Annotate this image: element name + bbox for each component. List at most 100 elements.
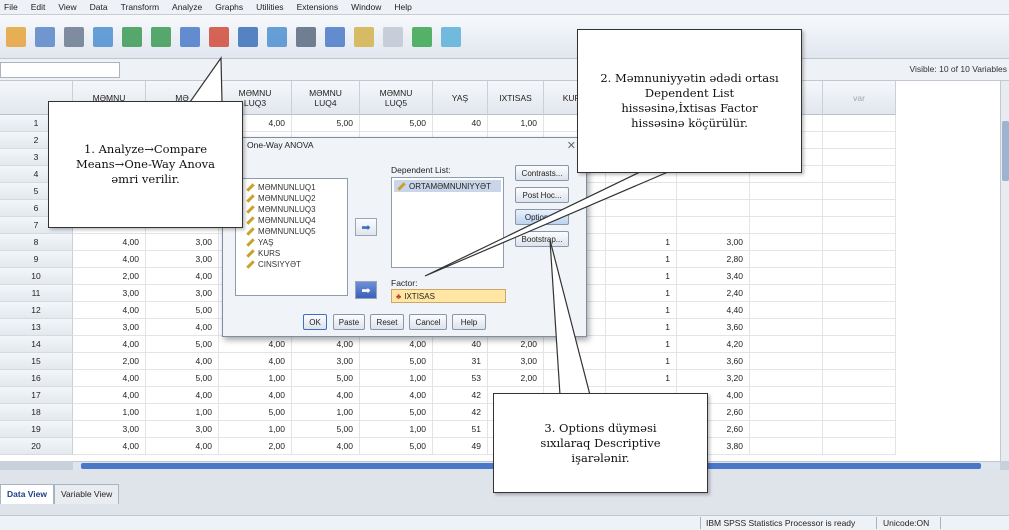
data-cell[interactable] (677, 183, 750, 200)
list-item[interactable]: CINSIYYƏT (236, 259, 347, 270)
data-cell[interactable] (750, 268, 823, 285)
data-cell[interactable] (750, 353, 823, 370)
data-cell[interactable]: 3,00 (146, 421, 219, 438)
menu-item-utilities[interactable]: Utilities (256, 2, 283, 12)
data-cell[interactable]: 2,00 (219, 438, 292, 455)
data-cell[interactable] (750, 421, 823, 438)
menu-item-view[interactable]: View (58, 2, 76, 12)
row-number[interactable]: 12 (0, 302, 73, 319)
data-cell[interactable]: 1 (606, 370, 677, 387)
cancel-button[interactable]: Cancel (409, 314, 447, 330)
row-number[interactable]: 20 (0, 438, 73, 455)
data-cell[interactable]: 4,40 (677, 302, 750, 319)
data-cell[interactable]: 40 (433, 115, 488, 132)
menu-item-graphs[interactable]: Graphs (215, 2, 243, 12)
data-cell[interactable] (606, 200, 677, 217)
row-number[interactable]: 19 (0, 421, 73, 438)
data-cell[interactable] (677, 200, 750, 217)
select-cases-icon[interactable] (441, 26, 461, 47)
weight-cases-icon[interactable] (412, 26, 432, 47)
post-hoc-button[interactable]: Post Hoc... (515, 187, 569, 203)
bootstrap-button[interactable]: Bootstrap... (515, 231, 569, 247)
data-cell[interactable]: 3,00 (73, 319, 146, 336)
data-cell[interactable] (544, 370, 606, 387)
data-cell[interactable]: 3,00 (677, 234, 750, 251)
column-header[interactable]: var (823, 81, 896, 115)
open-icon[interactable] (6, 26, 26, 47)
row-number[interactable]: 10 (0, 268, 73, 285)
row-number[interactable]: 16 (0, 370, 73, 387)
data-cell[interactable] (823, 404, 896, 421)
data-cell[interactable] (823, 234, 896, 251)
vertical-scroll-thumb[interactable] (1002, 121, 1009, 181)
data-cell[interactable] (750, 251, 823, 268)
row-number[interactable]: 13 (0, 319, 73, 336)
data-cell[interactable]: 5,00 (360, 404, 433, 421)
list-item[interactable]: MƏMNUNLUQ2 (236, 193, 347, 204)
data-cell[interactable]: 4,00 (219, 336, 292, 353)
data-cell[interactable]: 1,00 (488, 115, 544, 132)
data-cell[interactable] (544, 336, 606, 353)
goto-variable-icon[interactable] (209, 26, 229, 47)
data-cell[interactable]: 3,60 (677, 353, 750, 370)
data-cell[interactable] (823, 285, 896, 302)
paste-button[interactable]: Paste (333, 314, 365, 330)
tab-variable-view[interactable]: Variable View (54, 484, 120, 504)
data-cell[interactable]: 4,00 (292, 438, 360, 455)
row-number[interactable]: 8 (0, 234, 73, 251)
data-cell[interactable]: 3,20 (677, 370, 750, 387)
data-cell[interactable]: 5,00 (292, 370, 360, 387)
data-cell[interactable]: 4,00 (146, 353, 219, 370)
data-cell[interactable]: 5,00 (360, 115, 433, 132)
row-number[interactable]: 14 (0, 336, 73, 353)
data-cell[interactable] (823, 115, 896, 132)
data-cell[interactable] (823, 302, 896, 319)
variable-list[interactable]: MƏMNUNLUQ1 MƏMNUNLUQ2 MƏMNUNLUQ3 MƏMNUNL… (235, 178, 348, 296)
data-cell[interactable]: 5,00 (292, 115, 360, 132)
data-cell[interactable]: 1,00 (73, 404, 146, 421)
data-cell[interactable]: 49 (433, 438, 488, 455)
data-cell[interactable]: 2,00 (73, 353, 146, 370)
data-cell[interactable]: 5,00 (146, 302, 219, 319)
data-cell[interactable]: 4,00 (73, 251, 146, 268)
data-cell[interactable]: 4,00 (73, 370, 146, 387)
data-cell[interactable] (750, 336, 823, 353)
data-cell[interactable]: 4,00 (219, 353, 292, 370)
data-cell[interactable] (823, 200, 896, 217)
data-cell[interactable] (750, 370, 823, 387)
data-cell[interactable]: 4,00 (146, 387, 219, 404)
data-cell[interactable]: 53 (433, 370, 488, 387)
data-cell[interactable]: 1 (606, 336, 677, 353)
data-cell[interactable] (750, 285, 823, 302)
data-cell[interactable]: 4,00 (146, 438, 219, 455)
menu-item-data[interactable]: Data (90, 2, 108, 12)
data-cell[interactable]: 3,00 (146, 285, 219, 302)
data-cell[interactable] (823, 370, 896, 387)
menu-item-extensions[interactable]: Extensions (297, 2, 339, 12)
data-cell[interactable]: 3,60 (677, 319, 750, 336)
data-cell[interactable]: 3,00 (73, 285, 146, 302)
ok-button[interactable]: OK (303, 314, 327, 330)
data-cell[interactable]: 4,00 (219, 387, 292, 404)
data-cell[interactable] (823, 251, 896, 268)
column-header[interactable]: MƏMNU LUQ4 (292, 81, 360, 115)
column-header[interactable]: IXTISAS (488, 81, 544, 115)
dialog-recall-icon[interactable] (93, 26, 113, 47)
column-header[interactable]: MƏMNU LUQ5 (360, 81, 433, 115)
list-item[interactable]: MƏMNUNLUQ4 (236, 215, 347, 226)
insert-variable-icon[interactable] (354, 26, 374, 47)
row-number[interactable]: 9 (0, 251, 73, 268)
data-cell[interactable]: 1,00 (219, 421, 292, 438)
data-cell[interactable] (823, 387, 896, 404)
list-item[interactable]: MƏMNUNLUQ3 (236, 204, 347, 215)
data-cell[interactable]: 4,00 (292, 336, 360, 353)
data-cell[interactable]: 1 (606, 319, 677, 336)
data-cell[interactable]: 4,00 (292, 387, 360, 404)
undo-icon[interactable] (122, 26, 142, 47)
row-number[interactable]: 15 (0, 353, 73, 370)
data-cell[interactable]: 3,40 (677, 268, 750, 285)
data-cell[interactable]: 51 (433, 421, 488, 438)
data-cell[interactable] (823, 217, 896, 234)
data-cell[interactable] (750, 438, 823, 455)
data-cell[interactable] (750, 387, 823, 404)
